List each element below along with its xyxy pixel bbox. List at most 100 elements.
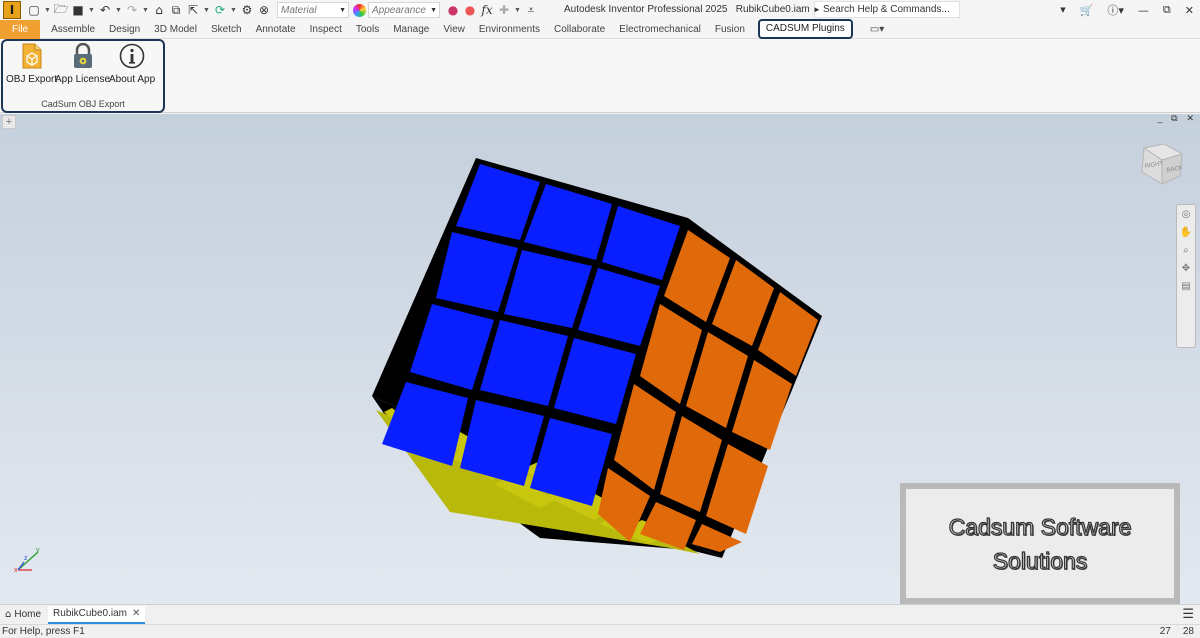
window-title: Autodesk Inventor Professional 2025 Rubi… (564, 4, 810, 15)
cadsum-obj-export-panel: OBJ Export App License About App CadSum … (1, 39, 165, 113)
tab-collaborate[interactable]: Collaborate (547, 20, 612, 39)
tab-tools[interactable]: Tools (349, 20, 386, 39)
customize-toolbar-icon[interactable]: ⩡ (524, 3, 538, 17)
search-arrow-icon: ► (813, 5, 821, 14)
cancel-icon[interactable]: ⊗ (257, 3, 271, 17)
status-help-text: For Help, press F1 (2, 626, 85, 637)
tab-cadsum-plugins[interactable]: CADSUM Plugins (757, 19, 853, 39)
help-icon[interactable]: ⓘ▾ (1107, 2, 1124, 18)
new-dropdown-caret[interactable]: ▼ (44, 7, 51, 14)
tab-manage[interactable]: Manage (386, 20, 436, 39)
restore-icon[interactable]: ⧉ (1163, 3, 1171, 17)
parameters-icon[interactable]: fx (480, 3, 494, 17)
material-select[interactable]: Material ▼ (277, 2, 349, 18)
obj-export-icon (19, 43, 45, 69)
about-app-button[interactable]: About App (109, 43, 155, 85)
watermark-line-1: Cadsum Software (948, 513, 1132, 540)
panel-title: CadSum OBJ Export (41, 99, 125, 109)
watermark-line-2: Solutions (992, 547, 1088, 574)
tab-file[interactable]: File (0, 19, 41, 39)
save-icon[interactable]: ■ (71, 3, 85, 17)
ribbon-tabs: File Assemble Design 3D Model Sketch Ann… (0, 19, 1200, 39)
appearance-select[interactable]: Appearance ▼ (368, 2, 440, 18)
look-at-icon[interactable]: ▤ (1181, 281, 1190, 292)
zoom-icon[interactable]: ⌕ (1183, 245, 1189, 256)
plus-icon[interactable]: ✚ (497, 3, 511, 17)
lock-icon (70, 43, 96, 69)
redo-icon[interactable]: ↷ (125, 3, 139, 17)
search-placeholder: Search Help & Commands... (823, 4, 950, 15)
window-icon[interactable]: ⧉ (169, 3, 183, 17)
clear-appearance-icon[interactable]: ● (463, 3, 477, 17)
undo-icon[interactable]: ↶ (98, 3, 112, 17)
app-license-label: App License (55, 74, 111, 85)
quick-access-toolbar: ▢ ▼ 🗁 ■ ▼ ↶ ▼ ↷ ▼ ⌂ ⧉ ⇱ ▼ ⟳ ▼ ⚙ ⊗ (27, 2, 271, 18)
tab-environments[interactable]: Environments (472, 20, 547, 39)
undo-dropdown-caret[interactable]: ▼ (115, 7, 122, 14)
minimize-icon[interactable]: — (1138, 4, 1149, 17)
quick-access-toolbar-2: ● ● fx ✚ ▼ ⩡ (446, 3, 538, 18)
obj-export-button[interactable]: OBJ Export (6, 43, 57, 85)
tab-view[interactable]: View (436, 20, 472, 39)
open-folder-icon[interactable]: 🗁 (54, 2, 69, 17)
chevron-down-icon: ▼ (339, 6, 346, 14)
app-name: Autodesk Inventor Professional 2025 (564, 4, 728, 15)
document-tabs: ⌂ Home RubikCube0.iam ✕ ☰ (0, 604, 1200, 624)
about-app-label: About App (109, 74, 156, 85)
pan-icon[interactable]: ✋ (1180, 227, 1192, 238)
update-dropdown-caret[interactable]: ▼ (230, 7, 237, 14)
tab-electromechanical[interactable]: Electromechanical (612, 20, 708, 39)
plus-dropdown-caret[interactable]: ▼ (514, 7, 521, 14)
company-watermark: Cadsum Software Solutions (900, 483, 1180, 604)
select-icon[interactable]: ⇱ (186, 3, 200, 17)
close-tab-icon[interactable]: ✕ (132, 608, 140, 619)
save-dropdown-caret[interactable]: ▼ (88, 7, 95, 14)
orbit-icon[interactable]: ✥ (1182, 263, 1190, 274)
tab-design[interactable]: Design (102, 20, 147, 39)
document-tab-rubikcube[interactable]: RubikCube0.iam ✕ (48, 605, 146, 624)
cart-icon[interactable]: 🛒 (1080, 4, 1094, 17)
home-tab[interactable]: ⌂ Home (0, 606, 46, 624)
adjust-appearance-icon[interactable]: ● (446, 3, 460, 17)
home-tab-label: Home (14, 609, 42, 620)
status-counters: 27 28 (1160, 626, 1194, 637)
help-search-input[interactable]: ► Search Help & Commands... (813, 1, 960, 18)
settings-icon[interactable]: ⚙ (240, 3, 254, 17)
home-view-icon[interactable]: ⌂ (152, 3, 166, 17)
inventor-logo[interactable]: I (3, 1, 21, 19)
appearance-ball-icon (353, 3, 366, 17)
ribbon-display-options-icon[interactable]: ▭▾ (863, 20, 891, 39)
select-dropdown-caret[interactable]: ▼ (203, 7, 210, 14)
redo-dropdown-caret[interactable]: ▼ (142, 7, 149, 14)
axis-triad: x y z (10, 546, 46, 579)
title-right-controls: ▼ 🛒 ⓘ▾ — ⧉ ✕ (1060, 2, 1194, 18)
viewport-window-controls[interactable]: _ ⧉ ✕ (1158, 114, 1197, 124)
chevron-down-icon: ▼ (430, 6, 437, 14)
menu-icon[interactable]: ☰ (1182, 607, 1194, 622)
graphics-viewport[interactable]: + _ ⧉ ✕ RIGHT BACK ◎ ✋ ⌕ ✥ ▤ x y z Cadsu… (0, 114, 1200, 604)
appearance-select-value: Appearance (372, 4, 426, 16)
ribbon-panel-area: OBJ Export App License About App CadSum … (0, 39, 1200, 113)
status-count-2: 28 (1182, 626, 1194, 637)
tab-3d-model[interactable]: 3D Model (147, 20, 204, 39)
triad-x-label: x (14, 567, 18, 574)
title-bar: I ▢ ▼ 🗁 ■ ▼ ↶ ▼ ↷ ▼ ⌂ ⧉ ⇱ ▼ ⟳ ▼ ⚙ ⊗ Material ▼ … (0, 0, 1200, 20)
app-license-button[interactable]: App License (55, 43, 110, 85)
viewcube[interactable]: RIGHT BACK (1134, 142, 1184, 189)
new-file-icon[interactable]: ▢ (27, 3, 41, 17)
tab-inspect[interactable]: Inspect (303, 20, 349, 39)
update-icon[interactable]: ⟳ (213, 3, 227, 17)
help-dropdown-caret[interactable]: ▼ (1060, 6, 1065, 14)
tab-assemble[interactable]: Assemble (44, 20, 102, 39)
tab-sketch[interactable]: Sketch (204, 20, 249, 39)
document-name: RubikCube0.iam (735, 4, 810, 15)
tab-fusion[interactable]: Fusion (708, 20, 752, 39)
tab-annotate[interactable]: Annotate (249, 20, 303, 39)
close-icon[interactable]: ✕ (1185, 4, 1194, 17)
status-bar: For Help, press F1 27 28 (0, 624, 1200, 638)
steering-wheel-icon[interactable]: ◎ (1182, 209, 1191, 220)
navigation-bar: ◎ ✋ ⌕ ✥ ▤ (1176, 204, 1196, 348)
add-view-button[interactable]: + (2, 115, 16, 129)
triad-y-label: y (36, 547, 40, 554)
status-count-1: 27 (1159, 626, 1171, 637)
